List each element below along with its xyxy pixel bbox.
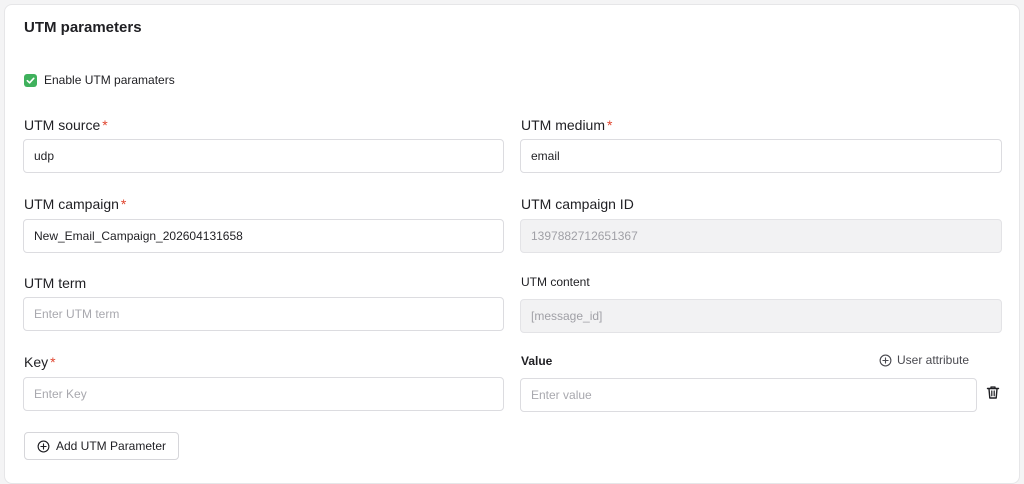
key-input[interactable] [23, 377, 504, 411]
utm-content-input [520, 299, 1002, 333]
utm-source-label-text: UTM source [24, 117, 101, 133]
utm-campaign-label-text: UTM campaign [24, 196, 119, 212]
utm-content-label: UTM content [521, 275, 590, 289]
required-mark: * [50, 354, 56, 370]
required-mark: * [102, 117, 108, 133]
key-label: Key * [24, 354, 56, 370]
add-utm-parameter-label: Add UTM Parameter [56, 439, 167, 453]
utm-medium-label: UTM medium * [521, 117, 612, 133]
plus-circle-icon [37, 440, 50, 453]
utm-campaign-id-input [520, 219, 1002, 253]
utm-source-input[interactable] [23, 139, 504, 173]
user-attribute-label: User attribute [897, 353, 970, 367]
utm-parameters-card: UTM parameters Enable UTM paramaters UTM… [4, 4, 1020, 484]
utm-campaign-input[interactable] [23, 219, 504, 253]
enable-utm-label: Enable UTM paramaters [44, 73, 175, 87]
utm-campaign-label: UTM campaign * [24, 196, 126, 212]
value-input[interactable] [520, 378, 977, 412]
required-mark: * [120, 196, 127, 212]
key-label-text: Key [24, 354, 49, 370]
plus-circle-icon [879, 354, 892, 367]
trash-icon[interactable] [984, 383, 1002, 401]
utm-medium-label-text: UTM medium [521, 117, 606, 133]
utm-medium-input[interactable] [520, 139, 1002, 173]
required-mark: * [607, 117, 613, 133]
utm-source-label: UTM source * [24, 117, 108, 133]
utm-campaign-id-label: UTM campaign ID [521, 196, 634, 212]
value-label: Value [521, 354, 553, 368]
check-icon[interactable] [24, 73, 37, 87]
utm-term-label: UTM term [24, 275, 87, 291]
section-title: UTM parameters [24, 19, 142, 36]
add-utm-parameter-button[interactable]: Add UTM Parameter [24, 432, 180, 460]
utm-term-input[interactable] [23, 297, 504, 331]
enable-utm-checkbox[interactable]: Enable UTM paramaters [24, 73, 175, 87]
user-attribute-button[interactable]: User attribute [879, 353, 969, 367]
